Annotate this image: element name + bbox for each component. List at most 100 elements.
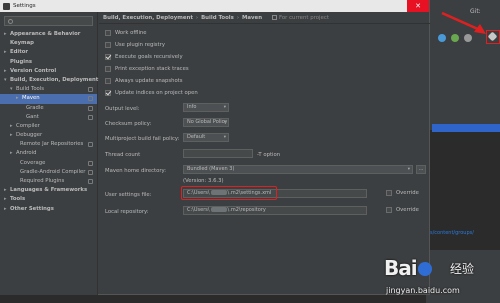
local-repository-override-checkbox[interactable]: Override: [386, 207, 419, 213]
local-repository-input[interactable]: C:\Users\ \.m2\repository: [183, 206, 367, 215]
project-settings-icon: [88, 105, 93, 111]
close-button[interactable]: ✕: [407, 0, 429, 12]
settings-wrench-icon[interactable]: [486, 30, 500, 44]
multiproject-value: Default: [187, 134, 206, 140]
tree-item[interactable]: Gradle-Android Compiler: [0, 168, 97, 177]
multiproject-label: Multiproject build fail policy:: [105, 136, 180, 142]
watermark-jingyan: 经验: [450, 262, 475, 276]
tree-item-label: Plugins: [10, 58, 32, 65]
tree-item[interactable]: ▸ Compiler: [0, 122, 97, 131]
tree-item[interactable]: Gradle: [0, 104, 97, 113]
output-level-label: Output level:: [105, 106, 140, 112]
tree-item-label: Gant: [26, 113, 39, 120]
tree-item[interactable]: Keymap: [0, 39, 97, 48]
project-settings-icon: [88, 96, 93, 102]
use-plugin-registry-checkbox[interactable]: Use plugin registry: [105, 42, 165, 48]
app-icon: [3, 2, 10, 10]
title-bar: Settings ✕: [0, 0, 429, 12]
execute-goals-recursively-label: Execute goals recursively: [115, 54, 183, 60]
baidu-watermark: Bai 经验 jingyan.baidu.com: [376, 254, 500, 303]
project-settings-icon: [88, 114, 93, 120]
search-input[interactable]: [4, 16, 93, 26]
print-exception-checkbox[interactable]: Print exception stack traces: [105, 66, 189, 72]
settings-tree-pane: ▸ Appearance & Behavior Keymap ▸ Editor Plugi…: [0, 12, 98, 295]
ide-link-text[interactable]: s/content/groups/: [430, 230, 474, 236]
tree-item[interactable]: Gant: [0, 113, 97, 122]
tree-item[interactable]: ▸ Other Settings: [0, 205, 97, 214]
tree-item-label: Maven: [22, 95, 40, 102]
tree-item-label: Build, Execution, Deployment: [10, 76, 99, 83]
tree-item[interactable]: Coverage: [0, 159, 97, 168]
maven-home-select[interactable]: Bundled (Maven 3) ▾: [183, 165, 413, 174]
project-settings-icon: [88, 87, 93, 93]
tree-item-label: Appearance & Behavior: [10, 31, 81, 37]
update-indices-checkbox[interactable]: Update indices on project open: [105, 90, 198, 96]
output-level-value: Info: [187, 104, 197, 110]
tree-item-label: Keymap: [10, 40, 34, 47]
tree-item[interactable]: ▾ Build, Execution, Deployment: [0, 76, 99, 85]
execute-goals-recursively-checkbox[interactable]: Execute goals recursively: [105, 54, 183, 60]
checkbox-box[interactable]: [386, 190, 392, 196]
maven-home-value: Bundled (Maven 3): [187, 166, 235, 172]
tree-item-label: Debugger: [16, 132, 43, 139]
tree-item[interactable]: Required Plugins: [0, 177, 97, 186]
tree-item[interactable]: Plugins: [0, 58, 97, 67]
tree-item[interactable]: ▸ Android: [0, 149, 97, 158]
checkbox-box[interactable]: [386, 207, 392, 213]
tree-item-label: Remote Jar Repositories: [20, 141, 84, 148]
tree-item[interactable]: Remote Jar Repositories: [0, 140, 97, 149]
maven-home-browse-button[interactable]: ...: [416, 165, 426, 174]
thread-count-label: Thread count: [105, 152, 141, 158]
output-level-select[interactable]: Info ▾: [183, 103, 229, 112]
use-plugin-registry-label: Use plugin registry: [115, 42, 165, 48]
always-update-snapshots-label: Always update snapshots: [115, 78, 183, 84]
tree-item-label: Tools: [10, 196, 26, 203]
user-settings-override-checkbox[interactable]: Override: [386, 190, 419, 196]
maven-version-label: (Version: 3.6.3): [183, 178, 224, 184]
settings-dialog: Settings ✕ ▸ Appearance & Behavior Keymap ▸…: [0, 0, 430, 295]
redacted-username: [210, 207, 227, 212]
tree-item[interactable]: ▸ Languages & Frameworks: [0, 186, 97, 195]
tree-item[interactable]: ▸ Version Control: [0, 67, 97, 76]
thread-count-hint: -T option: [257, 152, 281, 158]
checkbox-box[interactable]: [105, 54, 111, 60]
checkbox-box[interactable]: [105, 78, 111, 84]
always-update-snapshots-checkbox[interactable]: Always update snapshots: [105, 78, 183, 84]
tree-item[interactable]: ▸ Tools: [0, 195, 97, 204]
maven-settings-pane: Build, Execution, Deployment › Build Tools…: [99, 12, 430, 295]
tree-item-label: Languages & Frameworks: [10, 187, 88, 194]
multiproject-select[interactable]: Default ▾: [183, 133, 229, 142]
user-settings-label: User settings file:: [105, 192, 152, 198]
window-title: Settings: [13, 3, 36, 9]
tree-item-label: Other Settings: [10, 205, 54, 212]
tree-item[interactable]: ▾ Build Tools: [0, 85, 97, 94]
breadcrumb-separator: ›: [195, 15, 199, 21]
breadcrumb-separator: ›: [236, 15, 240, 21]
tree-item-label: Editor: [10, 49, 29, 56]
thread-count-input[interactable]: [183, 149, 253, 158]
override-label: Override: [396, 207, 419, 213]
paw-icon: [417, 262, 432, 276]
search-icon: [8, 18, 13, 24]
baidu-logo: Bai: [384, 256, 433, 280]
tree-item-label: Android: [16, 150, 37, 157]
project-scope-label: For current project: [278, 15, 329, 21]
checksum-policy-select[interactable]: No Global Policy ▾: [183, 118, 229, 127]
project-settings-icon: [88, 179, 93, 184]
checkbox-box[interactable]: [105, 66, 111, 72]
checkbox-box[interactable]: [105, 90, 111, 96]
project-settings-icon: [88, 142, 93, 148]
tree-item[interactable]: ▸ Editor: [0, 48, 97, 57]
checkbox-box[interactable]: [105, 42, 111, 48]
watermark-logo-text: Bai: [384, 256, 418, 280]
red-arrow-annotation: [441, 11, 486, 34]
checkbox-box[interactable]: [105, 30, 111, 36]
checksum-policy-value: No Global Policy: [187, 119, 228, 125]
tree-item[interactable]: ▸ Maven: [0, 94, 97, 104]
project-settings-icon: [88, 169, 93, 175]
tree-item-label: Coverage: [20, 159, 46, 166]
tree-item[interactable]: ▸ Appearance & Behavior: [0, 30, 97, 39]
tree-item[interactable]: ▸ Debugger: [0, 131, 97, 140]
breadcrumb-part-build: Build, Execution, Deployment: [103, 15, 193, 21]
work-offline-checkbox[interactable]: Work offline: [105, 30, 147, 36]
